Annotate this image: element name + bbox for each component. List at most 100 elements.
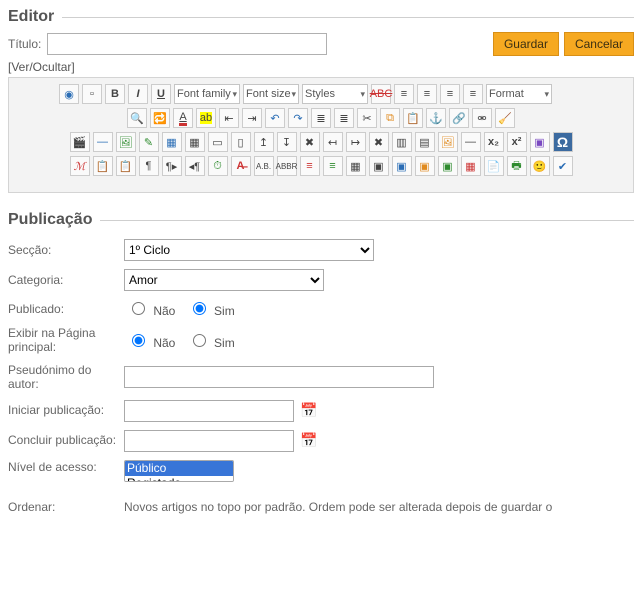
calendar-icon[interactable]: 📅 xyxy=(300,402,318,420)
font-family-select[interactable]: Font family ▾ xyxy=(174,84,240,104)
layerfwd-button[interactable]: ▣ xyxy=(392,156,412,176)
align-left-button[interactable]: ≡ xyxy=(394,84,414,104)
cancel-button[interactable]: Cancelar xyxy=(564,32,634,56)
col-before-button[interactable]: ↤ xyxy=(323,132,343,152)
attribs-button[interactable]: ▦ xyxy=(346,156,366,176)
published-no-radio[interactable] xyxy=(132,302,145,315)
calendar-icon[interactable]: 📅 xyxy=(300,432,318,450)
redo-button[interactable]: ↷ xyxy=(288,108,308,128)
hr xyxy=(100,220,634,221)
paste-icon[interactable]: 📋 xyxy=(403,108,423,128)
hr xyxy=(62,17,634,18)
textcolor-button[interactable]: A xyxy=(173,108,193,128)
pastetext-icon[interactable]: 📋 xyxy=(93,156,113,176)
copy-icon[interactable]: ⧉ xyxy=(380,108,400,128)
frontpage-label: Exibir na Página principal: xyxy=(8,326,124,355)
superscript-button[interactable]: x² xyxy=(507,132,527,152)
font-size-select[interactable]: Font size ▾ xyxy=(243,84,299,104)
strikethrough-button[interactable]: ABC xyxy=(371,84,391,104)
indent-button[interactable]: ⇥ xyxy=(242,108,262,128)
unlink-icon[interactable]: ⚮ xyxy=(472,108,492,128)
split-button[interactable]: ▥ xyxy=(392,132,412,152)
print-icon[interactable]: 🖶 xyxy=(507,156,527,176)
title-input[interactable] xyxy=(47,33,327,55)
find-icon[interactable]: 🔍 xyxy=(127,108,147,128)
emoji-icon[interactable]: 🙂 xyxy=(530,156,550,176)
newdoc-icon[interactable]: ▫ xyxy=(82,84,102,104)
ins-button[interactable]: ≡ xyxy=(323,156,343,176)
frontpage-yes-label: Sim xyxy=(214,336,235,350)
link-icon[interactable]: 🔗 xyxy=(449,108,469,128)
row-props-button[interactable]: ▭ xyxy=(208,132,228,152)
layer-button[interactable]: ▣ xyxy=(369,156,389,176)
alias-input[interactable] xyxy=(124,366,434,388)
tableprops-button[interactable]: ▦ xyxy=(185,132,205,152)
bold-button[interactable]: B xyxy=(105,84,125,104)
frontpage-no-radio[interactable] xyxy=(132,334,145,347)
row-after-button[interactable]: ↧ xyxy=(277,132,297,152)
align-right-button[interactable]: ≡ xyxy=(440,84,460,104)
italic-button[interactable]: I xyxy=(128,84,148,104)
styles-select[interactable]: Styles ▾ xyxy=(302,84,368,104)
col-delete-button[interactable]: ✖ xyxy=(369,132,389,152)
subscript-button[interactable]: x₂ xyxy=(484,132,504,152)
cut-icon[interactable]: ✂ xyxy=(357,108,377,128)
end-input[interactable] xyxy=(124,430,294,452)
charmap-button[interactable]: Ω xyxy=(553,132,573,152)
undo-button[interactable]: ↶ xyxy=(265,108,285,128)
template-icon[interactable]: 📄 xyxy=(484,156,504,176)
inserttime-icon[interactable]: ⏱ xyxy=(208,156,228,176)
layerback-button[interactable]: ▣ xyxy=(415,156,435,176)
removes-format[interactable]: A̶ xyxy=(231,156,251,176)
category-select[interactable]: Amor xyxy=(124,269,324,291)
format-select[interactable]: Format ▾ xyxy=(486,84,552,104)
fullscreen-button[interactable]: ▣ xyxy=(530,132,550,152)
image-icon[interactable]: 🖼 xyxy=(116,132,136,152)
outdent-button[interactable]: ⇤ xyxy=(219,108,239,128)
visualaid-button[interactable]: ▦ xyxy=(461,156,481,176)
merge-button[interactable]: ▤ xyxy=(415,132,435,152)
media-button[interactable]: 🖼 xyxy=(438,132,458,152)
save-button[interactable]: Guardar xyxy=(493,32,559,56)
anchor-icon[interactable]: ⚓ xyxy=(426,108,446,128)
about-icon[interactable]: ◉ xyxy=(59,84,79,104)
numlist-button[interactable]: ≣ xyxy=(311,108,331,128)
col-after-button[interactable]: ↦ xyxy=(346,132,366,152)
del-button[interactable]: ≡ xyxy=(300,156,320,176)
editor-legend: Editor xyxy=(8,8,62,26)
access-option-registered[interactable]: Registado xyxy=(125,476,233,482)
acronym-button[interactable]: ABBR xyxy=(277,156,297,176)
frontpage-yes-radio[interactable] xyxy=(193,334,206,347)
hr-button[interactable]: — xyxy=(93,132,113,152)
underline-button[interactable]: U xyxy=(151,84,171,104)
cleanup-icon[interactable]: 🧹 xyxy=(495,108,515,128)
spellcheck-icon[interactable]: ✔ xyxy=(553,156,573,176)
visualchars-button[interactable]: ¶ xyxy=(139,156,159,176)
start-input[interactable] xyxy=(124,400,294,422)
access-option-public[interactable]: Público xyxy=(125,461,233,476)
hilite-button[interactable]: ab xyxy=(196,108,216,128)
align-justify-button[interactable]: ≡ xyxy=(463,84,483,104)
rtl-button[interactable]: ◂¶ xyxy=(185,156,205,176)
row-before-button[interactable]: ↥ xyxy=(254,132,274,152)
bullist-button[interactable]: ≣ xyxy=(334,108,354,128)
layerabs-button[interactable]: ▣ xyxy=(438,156,458,176)
section-select[interactable]: 1º Ciclo xyxy=(124,239,374,261)
readmore-icon[interactable]: ℳ xyxy=(70,156,90,176)
row-delete-button[interactable]: ✖ xyxy=(300,132,320,152)
align-center-button[interactable]: ≡ xyxy=(417,84,437,104)
cell-props-button[interactable]: ▯ xyxy=(231,132,251,152)
ltr-button[interactable]: ¶▸ xyxy=(162,156,182,176)
replace-icon[interactable]: 🔁 xyxy=(150,108,170,128)
abbr-button[interactable]: A.B. xyxy=(254,156,274,176)
pub-legend: Publicação xyxy=(8,211,100,229)
toggle-editor-link[interactable]: [Ver/Ocultar] xyxy=(8,60,75,74)
pub-header: Publicação xyxy=(8,211,634,229)
editimage-icon[interactable]: ✎ xyxy=(139,132,159,152)
access-select[interactable]: Público Registado Especial xyxy=(124,460,234,482)
hr2-button[interactable]: — xyxy=(461,132,481,152)
pasteword-icon[interactable]: 📋 xyxy=(116,156,136,176)
table-button[interactable]: ▦ xyxy=(162,132,182,152)
published-yes-radio[interactable] xyxy=(193,302,206,315)
video-icon[interactable]: 🎬 xyxy=(70,132,90,152)
